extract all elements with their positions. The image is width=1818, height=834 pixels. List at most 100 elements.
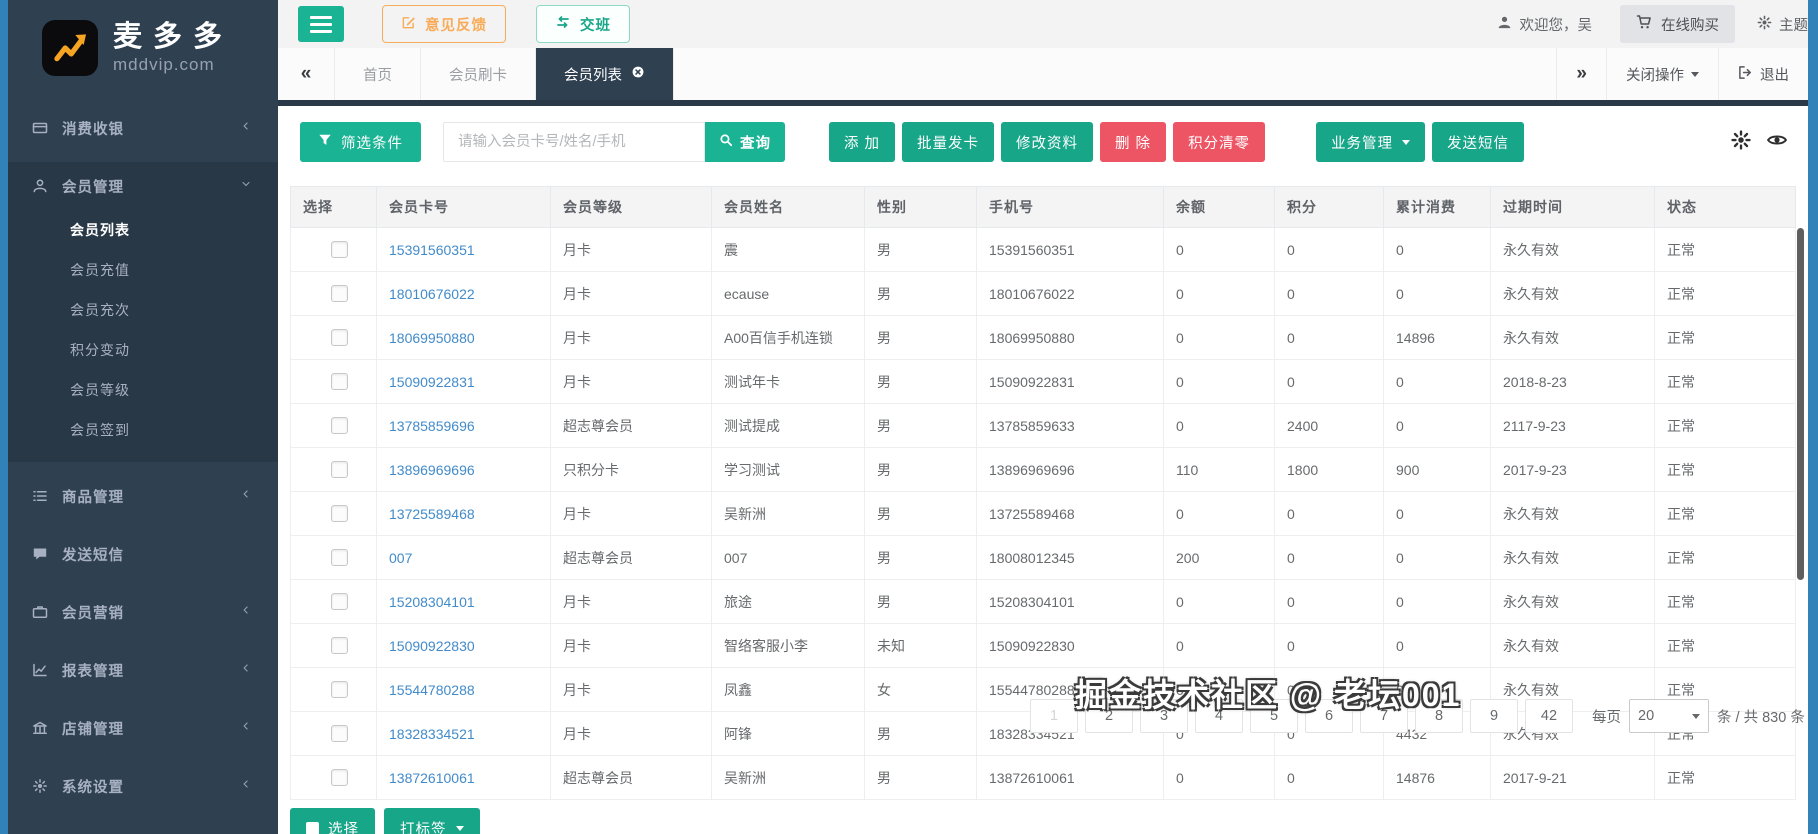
topbar-right: 欢迎您，吴 在线购买 [1497, 5, 1809, 43]
sidebar-subitem-4[interactable]: 会员等级 [8, 370, 278, 410]
member-card-link[interactable]: 13725589468 [389, 506, 475, 522]
sidebar-item-2[interactable]: 商品管理 [8, 472, 278, 520]
sidebar-item-0[interactable]: 消费收银 [8, 104, 278, 152]
sidebar-subitem-5[interactable]: 会员签到 [8, 410, 278, 450]
sidebar-item-3[interactable]: 发送短信 [8, 530, 278, 578]
tabs-scroll-right-icon[interactable]: » [1556, 48, 1606, 100]
page-button-1[interactable]: 1 [1030, 699, 1078, 733]
sidebar-item-5[interactable]: 报表管理 [8, 646, 278, 694]
row-checkbox[interactable] [331, 417, 348, 434]
action-button-4[interactable]: 积分清零 [1173, 122, 1265, 162]
per-page-select[interactable]: 20 [1629, 699, 1709, 733]
row-checkbox[interactable] [331, 285, 348, 302]
cell-name: 测试提成 [712, 404, 865, 448]
row-select-cell [291, 756, 377, 800]
member-card-link[interactable]: 15090922830 [389, 638, 475, 654]
action-button-0[interactable]: 添 加 [829, 122, 895, 162]
sidebar-subitem-0[interactable]: 会员列表 [8, 210, 278, 250]
cell-level: 超志尊会员 [551, 536, 712, 580]
action-button-label: 批量发卡 [917, 132, 979, 153]
brand-text: 麦多多 mddvip.com [113, 22, 233, 75]
member-card-link[interactable]: 15544780288 [389, 682, 475, 698]
cell-name: 智络客服小李 [712, 624, 865, 668]
member-card-link[interactable]: 13872610061 [389, 770, 475, 786]
action-button-5[interactable]: 业务管理 [1316, 122, 1425, 162]
member-card-link[interactable]: 15391560351 [389, 242, 475, 258]
menu-toggle-button[interactable] [298, 6, 344, 42]
edit-icon [401, 15, 416, 34]
select-all-button[interactable]: 选择 [290, 808, 375, 834]
feedback-button[interactable]: 意见反馈 [382, 5, 506, 43]
sidebar-item-6[interactable]: 店铺管理 [8, 704, 278, 752]
member-card-link[interactable]: 18328334521 [389, 726, 475, 742]
row-checkbox[interactable] [331, 373, 348, 390]
sidebar-item-label: 系统设置 [62, 776, 124, 797]
search-input[interactable] [443, 122, 705, 162]
sidebar-item-7[interactable]: 系统设置 [8, 762, 278, 810]
cell-name: 吴新洲 [712, 756, 865, 800]
row-checkbox[interactable] [331, 505, 348, 522]
row-checkbox[interactable] [331, 549, 348, 566]
member-card-link[interactable]: 18010676022 [389, 286, 475, 302]
column-visibility-eye-icon[interactable] [1766, 129, 1788, 156]
row-checkbox[interactable] [331, 329, 348, 346]
theme-button[interactable]: 主题 [1757, 14, 1808, 35]
member-card-cell: 007 [377, 536, 551, 580]
row-checkbox[interactable] [331, 461, 348, 478]
left-edge-strip [0, 0, 8, 834]
cell-level: 月卡 [551, 316, 712, 360]
action-button-3[interactable]: 删 除 [1100, 122, 1166, 162]
member-card-link[interactable]: 18069950880 [389, 330, 475, 346]
sidebar-item-4[interactable]: 会员营销 [8, 588, 278, 636]
cell-expire: 2017-9-23 [1491, 448, 1655, 492]
sidebar-subitem-2[interactable]: 会员充次 [8, 290, 278, 330]
row-select-cell [291, 316, 377, 360]
member-card-link[interactable]: 15090922831 [389, 374, 475, 390]
row-checkbox[interactable] [331, 637, 348, 654]
cell-expire: 永久有效 [1491, 272, 1655, 316]
member-card-link[interactable]: 15208304101 [389, 594, 475, 610]
logout-button[interactable]: 退出 [1718, 48, 1808, 100]
filter-button[interactable]: 筛选条件 [300, 122, 421, 162]
toolbar: 筛选条件 查询 添 加 批量发卡 修改资料删 除积分清零 业务管理 发送短信 [278, 106, 1808, 162]
sidebar-item-1[interactable]: 会员管理 [8, 162, 278, 210]
tag-dropdown-button[interactable]: 打标签 [384, 808, 480, 834]
member-card-link[interactable]: 13896969696 [389, 462, 475, 478]
page-button-42[interactable]: 42 [1525, 699, 1573, 733]
cell-phone: 15208304101 [977, 580, 1164, 624]
grid-settings-gear-icon[interactable] [1731, 130, 1751, 155]
cell-gender: 男 [865, 536, 977, 580]
column-header-1: 会员卡号 [377, 187, 551, 228]
page-button-9[interactable]: 9 [1470, 699, 1518, 733]
shift-change-button[interactable]: 交班 [536, 5, 630, 43]
cell-expire: 永久有效 [1491, 316, 1655, 360]
row-checkbox[interactable] [331, 681, 348, 698]
sidebar-subitem-3[interactable]: 积分变动 [8, 330, 278, 370]
row-checkbox[interactable] [331, 241, 348, 258]
action-button-label: 发送短信 [1447, 132, 1509, 153]
row-checkbox[interactable] [331, 593, 348, 610]
vertical-scrollbar[interactable] [1797, 228, 1804, 580]
action-button-1[interactable]: 批量发卡 [902, 122, 994, 162]
tab-1[interactable]: 会员刷卡 [421, 48, 536, 100]
online-buy-button[interactable]: 在线购买 [1620, 5, 1735, 43]
action-button-6[interactable]: 发送短信 [1432, 122, 1524, 162]
member-card-link[interactable]: 13785859696 [389, 418, 475, 434]
cell-expire: 永久有效 [1491, 228, 1655, 272]
cell-name: 吴新洲 [712, 492, 865, 536]
search-label: 查询 [740, 132, 771, 153]
cell-status: 正常 [1655, 316, 1796, 360]
row-checkbox[interactable] [331, 769, 348, 786]
row-checkbox[interactable] [331, 725, 348, 742]
search-button[interactable]: 查询 [705, 122, 785, 162]
tab-2[interactable]: 会员列表 [536, 48, 674, 100]
chevron-left-icon [240, 488, 254, 504]
close-operations-dropdown[interactable]: 关闭操作 [1606, 48, 1718, 100]
tab-0[interactable]: 首页 [335, 48, 421, 100]
cell-gender: 男 [865, 228, 977, 272]
member-card-link[interactable]: 007 [389, 550, 412, 566]
tabs-scroll-left-icon[interactable]: « [278, 48, 335, 100]
action-button-2[interactable]: 修改资料 [1001, 122, 1093, 162]
sidebar-subitem-1[interactable]: 会员充值 [8, 250, 278, 290]
cell-phone: 15391560351 [977, 228, 1164, 272]
